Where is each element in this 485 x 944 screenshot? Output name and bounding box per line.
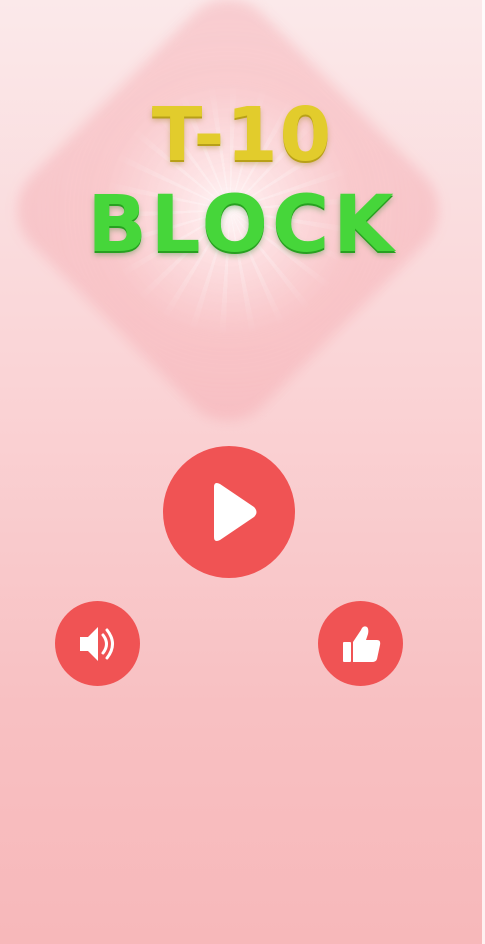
thumbs-up-icon [342, 625, 380, 662]
logo-title-line1: T-10 [151, 92, 334, 178]
like-button[interactable] [318, 601, 403, 686]
play-button[interactable] [163, 446, 295, 578]
play-icon [214, 483, 257, 541]
sound-toggle-button[interactable] [55, 601, 140, 686]
speaker-icon [79, 626, 114, 661]
logo-title-line2: BLOCK [87, 180, 398, 270]
game-logo: T-10 BLOCK [0, 95, 485, 267]
